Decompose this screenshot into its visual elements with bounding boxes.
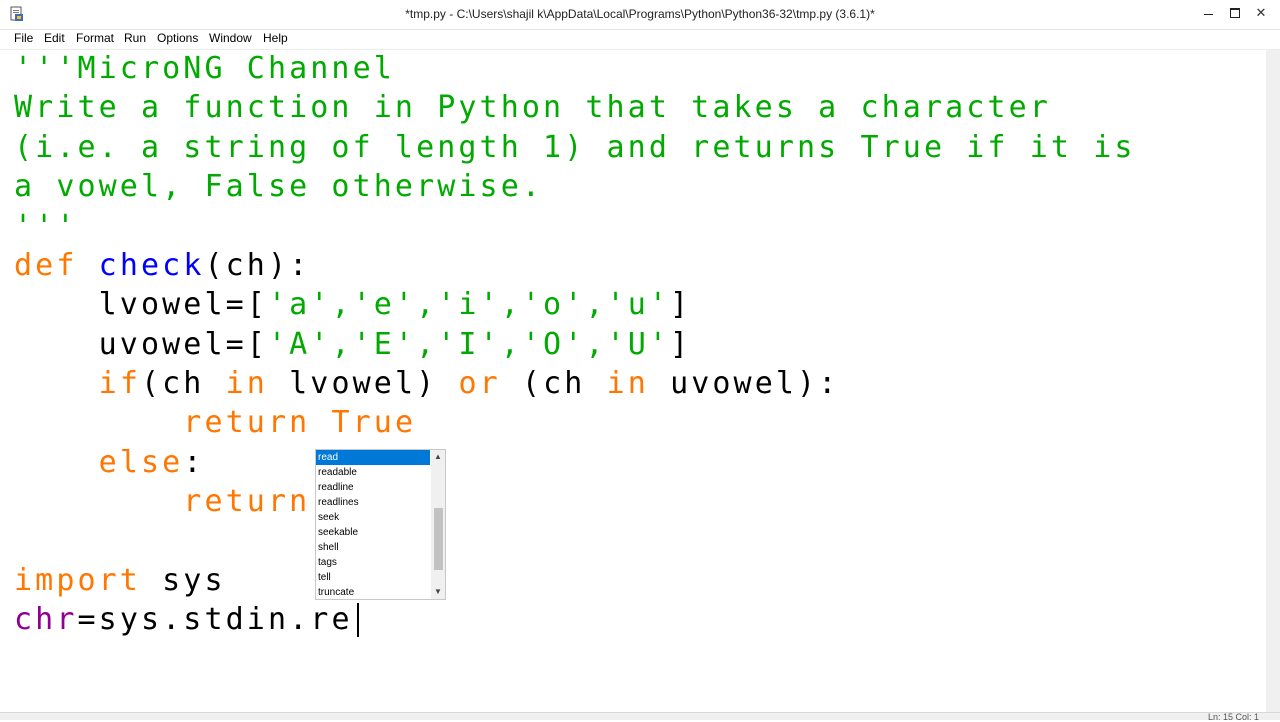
scroll-up-icon[interactable]: ▲ — [433, 452, 443, 462]
status-bar: Ln: 15 Col: 1 — [0, 712, 1280, 722]
autocomplete-item[interactable]: shell — [316, 540, 430, 555]
menu-format[interactable]: Format — [76, 31, 114, 45]
autocomplete-popup[interactable]: read readable readline readlines seek se… — [315, 449, 446, 600]
maximize-button[interactable] — [1223, 2, 1247, 24]
code-text: lvowel=[ — [14, 287, 268, 322]
autocomplete-item[interactable]: readable — [316, 465, 430, 480]
code-line-3: (i.e. a string of length 1) and returns … — [14, 130, 1136, 165]
keyword: import — [14, 563, 141, 598]
code-text: : — [183, 445, 205, 480]
code-line-if: if(ch in lvowel) or (ch in uvowel): — [14, 367, 839, 401]
builtin-name: chr — [14, 602, 78, 637]
code-text: uvowel): — [648, 366, 840, 401]
cursor-position: Ln: 15 Col: 1 — [1208, 712, 1260, 722]
code-text: (ch — [500, 366, 607, 401]
menu-edit[interactable]: Edit — [44, 31, 65, 45]
close-button[interactable]: ✕ — [1249, 2, 1273, 24]
autocomplete-item-selected[interactable]: read — [316, 450, 430, 465]
menu-file[interactable]: File — [14, 31, 33, 45]
code-line-5: ''' — [14, 209, 78, 244]
code-text: ] — [670, 327, 692, 362]
autocomplete-scrollbar[interactable]: ▲ ▼ — [431, 450, 445, 599]
code-line-return-true: return True — [14, 406, 416, 440]
code-text: uvowel=[ — [14, 327, 268, 362]
menu-run[interactable]: Run — [124, 31, 146, 45]
string-literals: 'A','E','I','O','U' — [267, 327, 671, 362]
keyword: in — [225, 366, 268, 401]
menu-options[interactable]: Options — [157, 31, 198, 45]
code-text: ] — [670, 287, 692, 322]
code-text: (ch — [140, 366, 226, 401]
scroll-thumb[interactable] — [434, 508, 443, 570]
minimize-button[interactable] — [1197, 2, 1221, 24]
string-literals: 'a','e','i','o','u' — [267, 287, 671, 322]
code-line-else: else: — [14, 446, 204, 480]
code-line-lvowel: lvowel=['a','e','i','o','u'] — [14, 288, 691, 322]
keyword: True — [331, 405, 417, 440]
autocomplete-item[interactable]: truncate — [316, 585, 430, 600]
window-title: *tmp.py - C:\Users\shajil k\AppData\Loca… — [405, 7, 875, 21]
autocomplete-item[interactable]: tell — [316, 570, 430, 585]
menu-help[interactable]: Help — [263, 31, 288, 45]
editor-vertical-scrollbar[interactable] — [1266, 50, 1280, 712]
autocomplete-item[interactable]: readlines — [316, 495, 430, 510]
keyword: return — [183, 484, 311, 519]
code-line-1: '''MicroNG Channel — [14, 51, 395, 86]
keyword: or — [458, 366, 501, 401]
code-line-2: Write a function in Python that takes a … — [14, 90, 1051, 125]
close-icon: ✕ — [1255, 5, 1267, 20]
code-line-return: return — [14, 485, 310, 519]
keyword: if — [98, 366, 141, 401]
code-line-import: import sys — [14, 564, 226, 598]
scroll-down-icon[interactable]: ▼ — [433, 587, 443, 597]
autocomplete-item[interactable]: seekable — [316, 525, 430, 540]
code-line-chr: chr=sys.stdin.re — [14, 603, 353, 637]
code-line-uvowel: uvowel=['A','E','I','O','U'] — [14, 328, 691, 362]
code-line-4: a vowel, False otherwise. — [14, 169, 544, 204]
keyword: return — [183, 405, 311, 440]
code-text: sys — [140, 563, 226, 598]
function-name: check — [98, 248, 205, 283]
maximize-icon — [1230, 8, 1240, 18]
code-text: (ch): — [204, 248, 311, 283]
autocomplete-item[interactable]: seek — [316, 510, 430, 525]
menu-bar: File Edit Format Run Options Window Help — [0, 30, 1280, 50]
code-text: =sys.stdin.re — [77, 602, 353, 637]
autocomplete-list[interactable]: read readable readline readlines seek se… — [316, 450, 430, 600]
title-bar: *tmp.py - C:\Users\shajil k\AppData\Loca… — [0, 0, 1280, 30]
code-text: lvowel) — [267, 366, 459, 401]
keyword: in — [606, 366, 649, 401]
autocomplete-item[interactable]: tags — [316, 555, 430, 570]
code-line-def: def check(ch): — [14, 249, 310, 283]
autocomplete-item[interactable]: readline — [316, 480, 430, 495]
minimize-icon — [1204, 14, 1213, 15]
menu-window[interactable]: Window — [209, 31, 252, 45]
keyword: def — [14, 248, 78, 283]
text-cursor — [357, 603, 359, 637]
code-editor[interactable]: '''MicroNG Channel Write a function in P… — [0, 50, 1266, 712]
keyword: else — [98, 445, 184, 480]
